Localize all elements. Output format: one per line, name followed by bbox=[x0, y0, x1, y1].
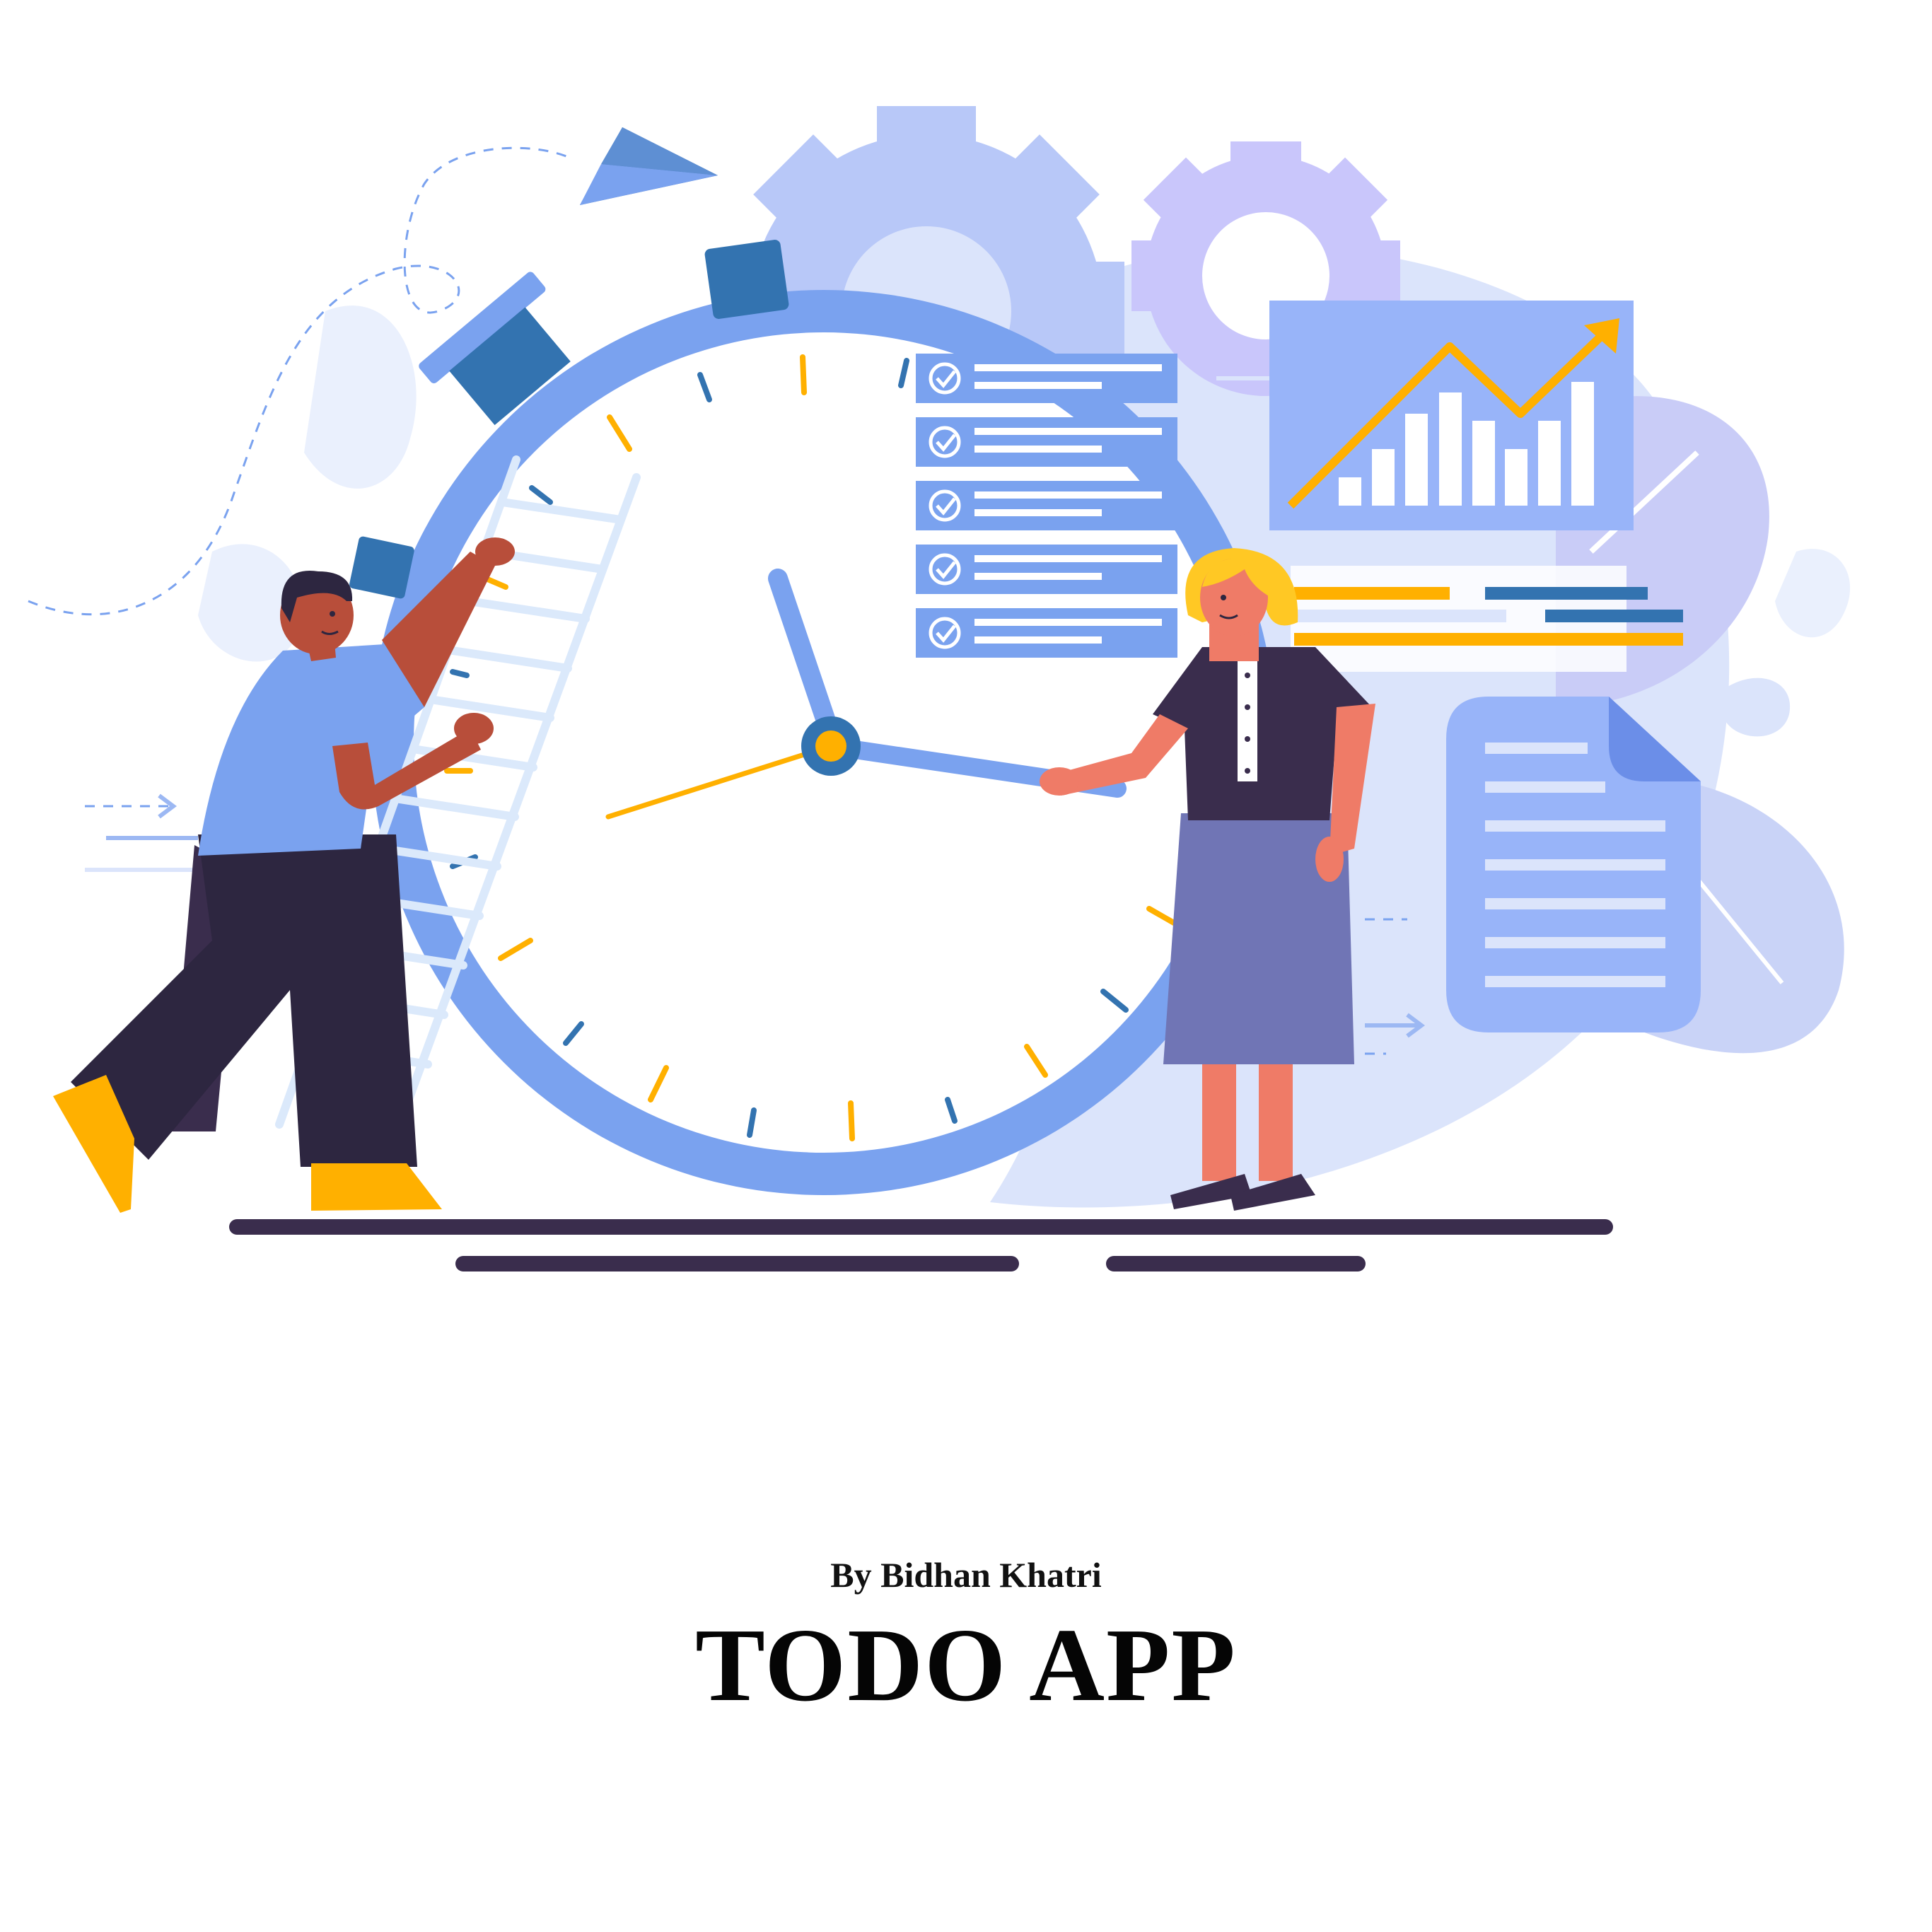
author-credit: By Bidhan Khatri bbox=[830, 1555, 1102, 1595]
checklist-item bbox=[916, 354, 1177, 403]
checklist-icon bbox=[916, 354, 1177, 658]
floor-lines bbox=[229, 1219, 1613, 1271]
todo-illustration bbox=[28, 106, 1851, 1271]
paper-plane-icon bbox=[580, 127, 718, 205]
document-icon bbox=[1446, 697, 1701, 1032]
checklist-item bbox=[916, 417, 1177, 467]
checklist-item bbox=[916, 481, 1177, 530]
splash-screen: By Bidhan Khatri TODO APP bbox=[0, 0, 1932, 1932]
checklist-item bbox=[916, 608, 1177, 658]
app-title: TODO APP bbox=[695, 1607, 1237, 1723]
checklist-item bbox=[916, 545, 1177, 594]
growth-chart-icon bbox=[1269, 301, 1683, 672]
